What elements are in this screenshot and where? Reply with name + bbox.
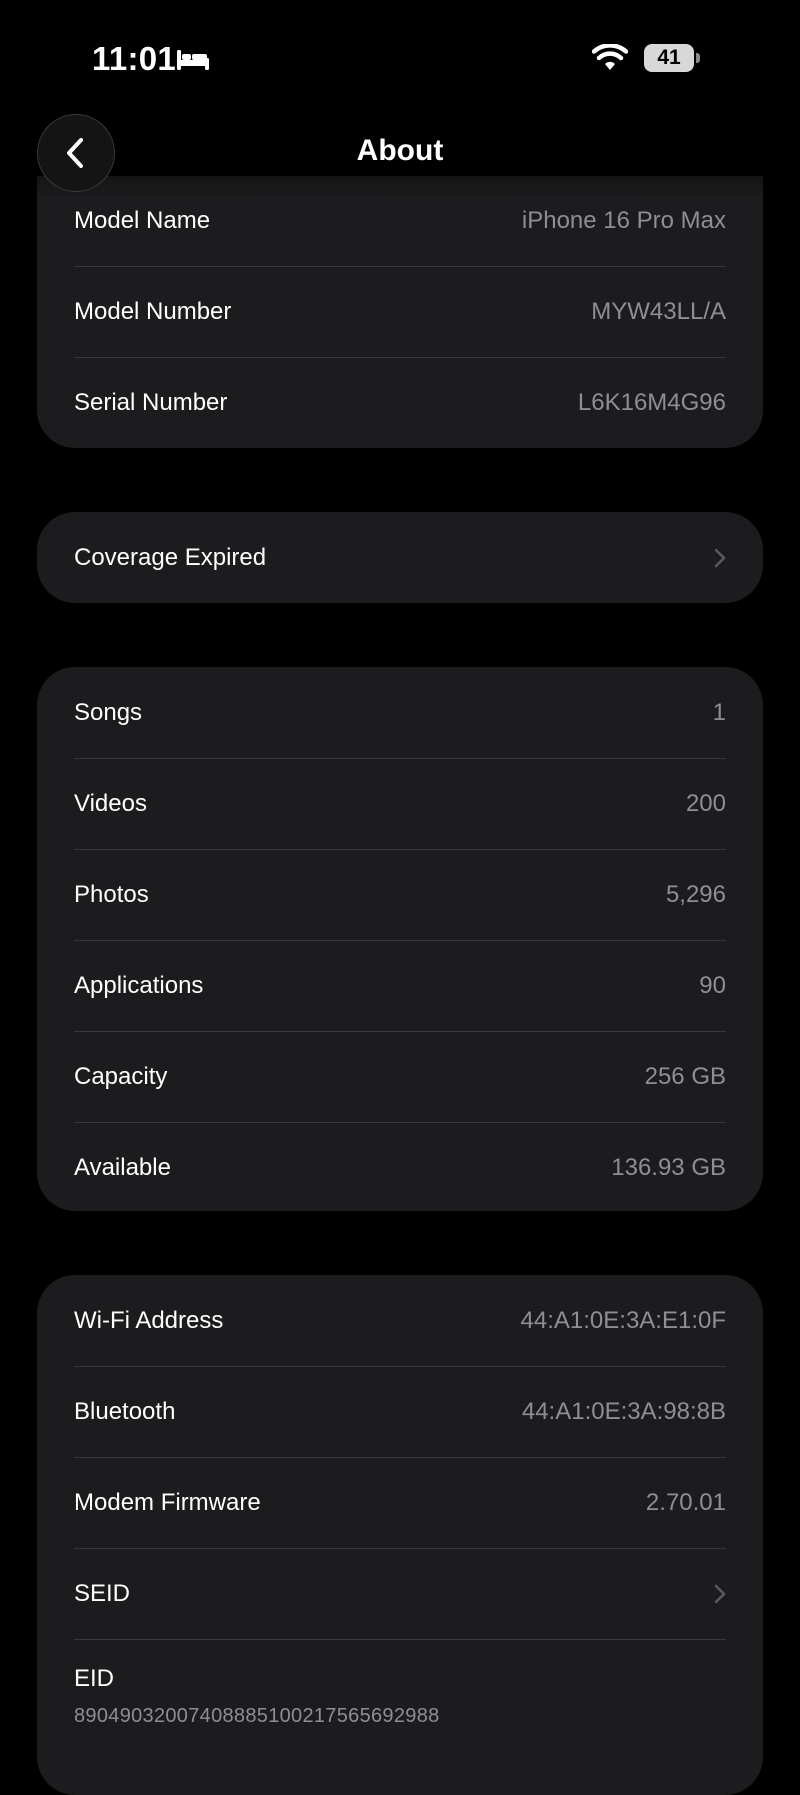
row-label: Songs [74, 698, 143, 726]
bed-icon [177, 50, 209, 70]
row-label: Bluetooth [74, 1397, 176, 1425]
row-value: 44:A1:0E:3A:E1:0F [520, 1306, 726, 1334]
battery-cap [696, 53, 700, 63]
chevron-right-icon [714, 548, 726, 567]
row-value: L6K16M4G96 [577, 388, 726, 416]
capacity-row: Capacity 256 GB [37, 1031, 763, 1122]
eid-value: 89049032007408885100217565692988 [74, 1705, 440, 1727]
row-label: Wi-Fi Address [74, 1306, 224, 1334]
network-info-group: Wi-Fi Address 44:A1:0E:3A:E1:0F Bluetoot… [37, 1275, 763, 1795]
row-label: Videos [74, 789, 147, 817]
row-value: 256 GB [644, 1062, 726, 1090]
status-bar: 11:01 41 [0, 0, 800, 120]
row-value: 200 [685, 789, 726, 817]
songs-row: Songs 1 [37, 667, 763, 758]
wifi-icon [592, 44, 628, 70]
battery-level: 41 [644, 44, 694, 72]
row-label: Photos [74, 880, 149, 908]
battery-icon: 41 [644, 44, 700, 72]
row-label: Available [74, 1153, 171, 1181]
row-value: iPhone 16 Pro Max [521, 207, 726, 234]
row-label: Applications [74, 971, 204, 999]
media-stats-group: Songs 1 Videos 200 Photos 5,296 Applicat… [37, 667, 763, 1211]
row-value: 1 [712, 698, 726, 726]
available-row: Available 136.93 GB [37, 1122, 763, 1211]
status-time: 11:01 [92, 40, 177, 77]
row-label: Modem Firmware [74, 1488, 261, 1516]
seid-row[interactable]: SEID [37, 1548, 763, 1639]
applications-row: Applications 90 [37, 940, 763, 1031]
row-value: 136.93 GB [611, 1153, 726, 1181]
row-label: Model Number [74, 297, 232, 325]
modem-firmware-row: Modem Firmware 2.70.01 [37, 1457, 763, 1548]
row-label: Model Name [74, 207, 211, 234]
row-label: SEID [74, 1579, 131, 1607]
page-title: About [356, 134, 444, 167]
model-number-row[interactable]: Model Number MYW43LL/A [37, 266, 763, 357]
photos-row: Photos 5,296 [37, 849, 763, 940]
bluetooth-row: Bluetooth 44:A1:0E:3A:98:8B [37, 1366, 763, 1457]
row-value: 44:A1:0E:3A:98:8B [521, 1397, 726, 1425]
row-label: Coverage Expired [74, 543, 267, 571]
row-label: Capacity [74, 1062, 168, 1090]
row-value: MYW43LL/A [591, 297, 726, 325]
coverage-group: Coverage Expired [37, 512, 763, 603]
serial-number-row: Serial Number L6K16M4G96 [37, 357, 763, 448]
row-label: EID [74, 1665, 115, 1692]
coverage-row[interactable]: Coverage Expired [37, 512, 763, 603]
row-value: 90 [699, 971, 726, 999]
eid-row: EID 89049032007408885100217565692988 [37, 1639, 763, 1748]
videos-row: Videos 200 [37, 758, 763, 849]
device-info-group: Model Name iPhone 16 Pro Max Model Numbe… [37, 176, 763, 448]
row-value: 5,296 [665, 880, 726, 908]
chevron-right-icon [714, 1584, 726, 1603]
row-label: Serial Number [74, 388, 228, 416]
row-value: 2.70.01 [645, 1488, 726, 1516]
wifi-address-row: Wi-Fi Address 44:A1:0E:3A:E1:0F [37, 1275, 763, 1366]
